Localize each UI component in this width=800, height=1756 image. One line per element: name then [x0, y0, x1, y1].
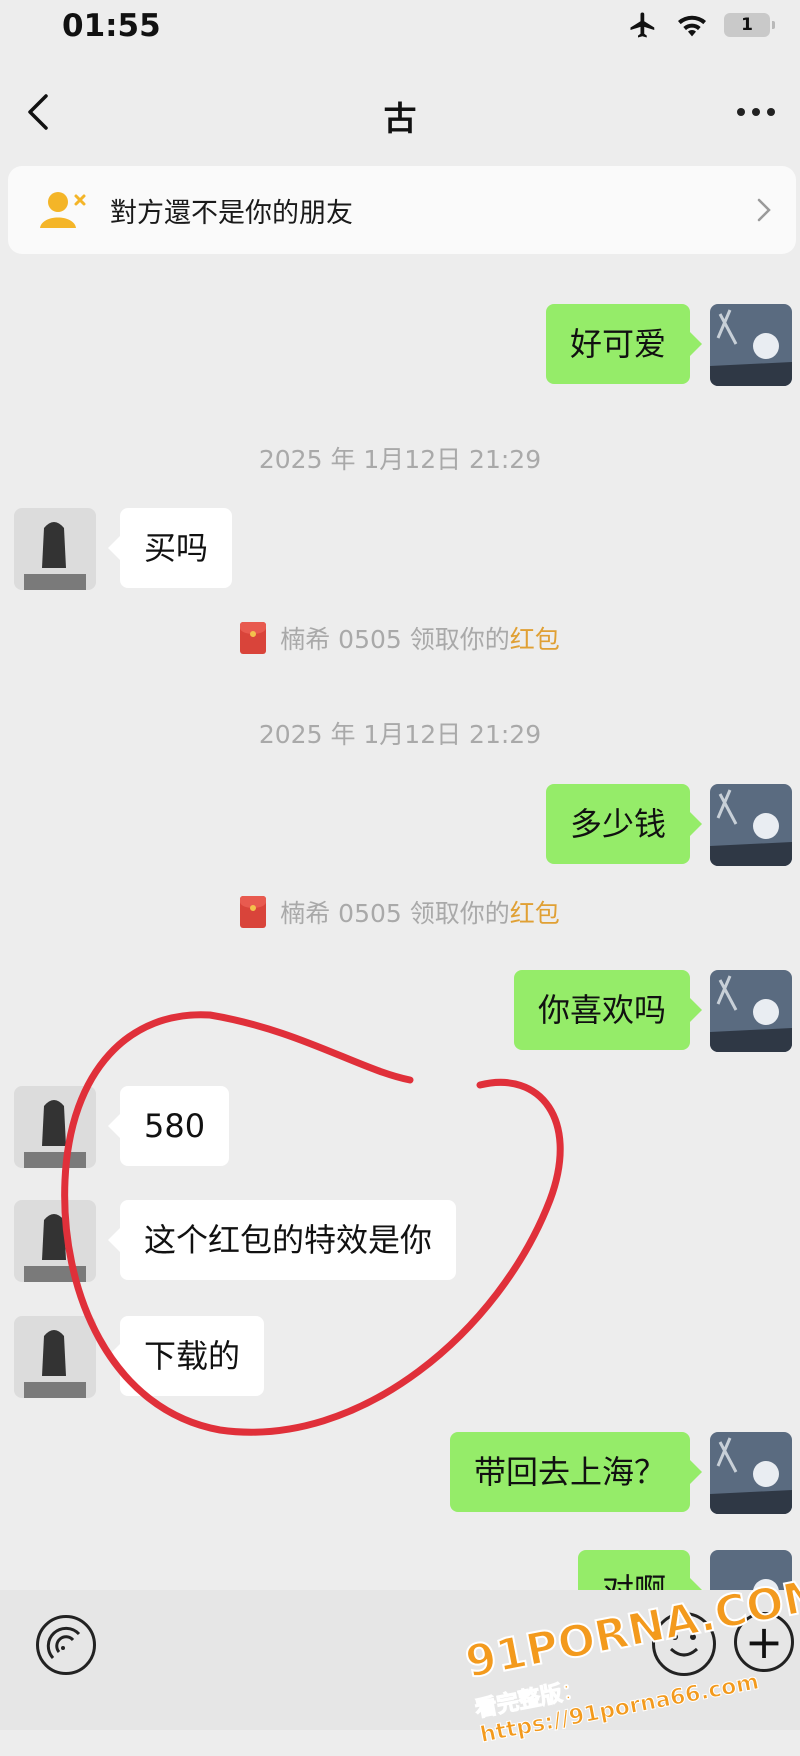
received-message[interactable]: 580 [107, 1086, 230, 1166]
more-options-icon[interactable] [730, 94, 782, 130]
red-packet-notice: 楠希 0505 领取你的红包 [0, 894, 800, 930]
avatar-me[interactable] [710, 304, 792, 386]
received-message[interactable]: 这个红包的特效是你 [107, 1200, 457, 1280]
avatar-contact[interactable] [14, 1200, 96, 1282]
voice-input-icon[interactable] [36, 1615, 96, 1675]
timestamp: 2025 年 1月12日 21:29 [258, 720, 542, 749]
red-packet-notice: 楠希 0505 领取你的红包 [0, 620, 800, 656]
airplane-mode-icon [630, 12, 655, 38]
red-packet-icon [240, 622, 267, 654]
avatar-me[interactable] [710, 784, 792, 866]
received-message[interactable]: 下载的 [107, 1316, 265, 1396]
avatar-contact[interactable] [14, 1086, 96, 1168]
message-text: 580 [144, 1107, 206, 1145]
red-packet-link[interactable]: 红包 [510, 899, 560, 928]
user-remove-icon [40, 192, 86, 228]
sent-message[interactable]: 好可爱 [545, 304, 703, 384]
chat-title: 古 [383, 99, 417, 138]
sent-message[interactable]: 多少钱 [545, 784, 703, 864]
avatar-contact[interactable] [14, 508, 96, 590]
message-text: 买吗 [144, 529, 209, 567]
message-text: 你喜欢吗 [537, 991, 666, 1029]
status-icons: 1 [626, 10, 775, 40]
message-text: 多少钱 [569, 805, 666, 843]
message-text: 带回去上海？ [473, 1453, 666, 1491]
avatar-me[interactable] [710, 1432, 792, 1514]
sent-message[interactable]: 带回去上海？ [449, 1432, 703, 1512]
notice-text: 楠希 0505 领取你的 [280, 899, 510, 928]
red-packet-link[interactable]: 红包 [510, 625, 560, 654]
battery-icon: 1 [724, 13, 775, 37]
red-packet-icon [240, 896, 267, 928]
wifi-icon [678, 15, 706, 37]
avatar-me[interactable] [710, 970, 792, 1052]
received-message[interactable]: 买吗 [107, 508, 233, 588]
banner-text: 對方還不是你的朋友 [110, 197, 353, 229]
chevron-right-icon [757, 198, 771, 222]
status-time: 01:55 [62, 8, 161, 44]
message-text: 这个红包的特效是你 [144, 1221, 433, 1259]
message-text: 下载的 [144, 1337, 241, 1375]
timestamp: 2025 年 1月12日 21:29 [258, 445, 542, 474]
sent-message[interactable]: 你喜欢吗 [513, 970, 703, 1050]
message-text: 好可爱 [569, 325, 666, 363]
avatar-contact[interactable] [14, 1316, 96, 1398]
notice-text: 楠希 0505 领取你的 [280, 625, 510, 654]
not-friend-banner[interactable]: 對方還不是你的朋友 [8, 166, 796, 254]
